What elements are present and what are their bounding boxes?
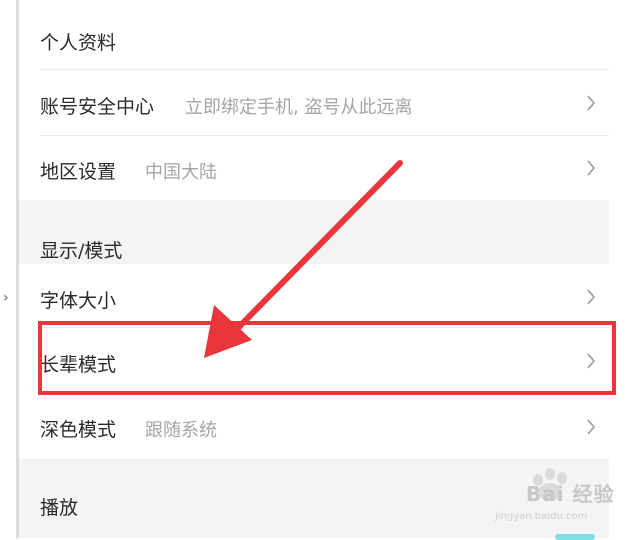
settings-panel: 个人资料 账号安全中心 立即绑定手机, 盗号从此远离 地区设置 中国大陆 显示/… (19, 0, 609, 538)
section-title: 播放 (40, 497, 79, 519)
chevron-right-icon (587, 95, 596, 111)
settings-row-profile[interactable]: 个人资料 (19, 0, 609, 70)
settings-row-account-security[interactable]: 账号安全中心 立即绑定手机, 盗号从此远离 (19, 70, 609, 136)
partial-glyph: › (3, 290, 9, 306)
settings-row-dark-mode[interactable]: 深色模式 跟随系统 (19, 393, 609, 459)
watermark-brand: Bai 经验 (526, 482, 615, 506)
bottom-pill (555, 534, 595, 540)
settings-row-label: 个人资料 (40, 32, 117, 54)
right-margin (609, 0, 642, 538)
section-title: 显示/模式 (40, 240, 123, 262)
settings-row-sub: 跟随系统 (145, 420, 217, 441)
settings-row-elder-mode[interactable]: 长辈模式 (19, 328, 609, 393)
chevron-right-icon (587, 289, 596, 305)
settings-row-sub: 中国大陆 (145, 162, 217, 183)
settings-row-label: 字体大小 (40, 290, 117, 312)
left-edge (0, 0, 16, 538)
settings-row-region[interactable]: 地区设置 中国大陆 (19, 136, 609, 200)
section-header-display: 显示/模式 (19, 200, 609, 264)
chevron-right-icon (587, 419, 596, 435)
settings-row-label: 长辈模式 (40, 354, 117, 376)
settings-row-label: 地区设置 (40, 161, 117, 183)
chevron-right-icon (587, 160, 596, 176)
chevron-right-icon (587, 353, 596, 369)
settings-row-label: 账号安全中心 (40, 96, 155, 118)
settings-row-label: 深色模式 (40, 419, 117, 441)
settings-row-font-size[interactable]: 字体大小 (19, 264, 609, 328)
watermark-url: jingyan.baidu.com (495, 511, 588, 522)
settings-row-sub: 立即绑定手机, 盗号从此远离 (185, 97, 413, 118)
